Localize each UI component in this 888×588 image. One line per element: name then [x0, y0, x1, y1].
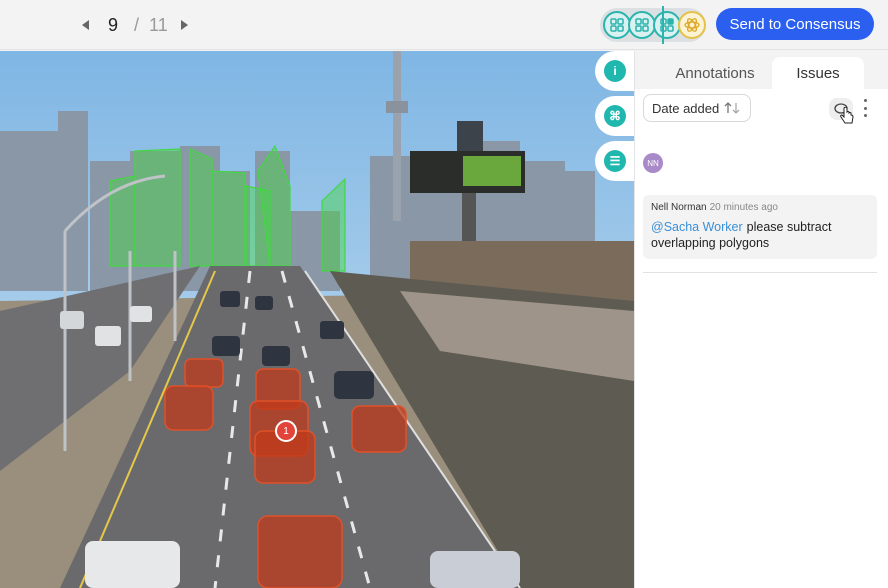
- sort-label: Date added: [652, 100, 720, 116]
- workflow-stages: [600, 8, 706, 42]
- pager: 9 / 11: [80, 12, 190, 38]
- divider: [643, 272, 877, 273]
- comment-body: @Sacha Worker please subtract overlapping…: [651, 219, 869, 251]
- comment-meta: Nell Norman 20 minutes ago: [651, 202, 869, 213]
- current-stage-marker: [662, 6, 664, 44]
- list-rail-button[interactable]: ☰: [595, 141, 635, 181]
- tab-annotations[interactable]: Annotations: [655, 57, 775, 89]
- page-current[interactable]: 9: [102, 15, 124, 36]
- panel-tabs: Annotations Issues: [635, 51, 888, 89]
- sort-arrows-icon: [724, 102, 740, 114]
- highway-photo[interactable]: [0, 51, 634, 588]
- review-stage-icon[interactable]: [628, 11, 656, 39]
- comment-card[interactable]: Nell Norman 20 minutes ago @Sacha Worker p…: [643, 195, 877, 259]
- comment-time: 20 minutes ago: [709, 202, 778, 213]
- send-to-consensus-button[interactable]: Send to Consensus: [716, 8, 874, 40]
- info-rail-button[interactable]: i: [595, 51, 635, 91]
- image-canvas[interactable]: 1: [0, 51, 634, 588]
- top-bar: 9 / 11 Send to Consensus: [0, 0, 888, 50]
- sort-dropdown[interactable]: Date added: [643, 94, 751, 122]
- comment-author: Nell Norman: [651, 202, 707, 213]
- next-arrow-icon[interactable]: [178, 19, 190, 31]
- review-stage-icon[interactable]: [653, 11, 681, 39]
- annotate-stage-icon[interactable]: [603, 11, 631, 39]
- pointer-cursor-icon: [840, 107, 854, 124]
- more-options-icon[interactable]: [861, 99, 869, 117]
- command-rail-button[interactable]: ⌘: [595, 96, 635, 136]
- consensus-stage-icon[interactable]: [678, 11, 706, 39]
- prev-arrow-icon[interactable]: [80, 19, 92, 31]
- issue-pin-marker[interactable]: 1: [275, 420, 297, 442]
- avatar[interactable]: NN: [643, 153, 663, 173]
- list-icon: ☰: [604, 150, 626, 172]
- tab-issues[interactable]: Issues: [772, 57, 864, 89]
- comment-mention[interactable]: @Sacha Worker: [651, 220, 743, 234]
- page-separator: /: [134, 14, 140, 35]
- issues-panel: Annotations Issues Date added NN Nell No…: [634, 51, 888, 588]
- page-total: 11: [149, 14, 168, 35]
- command-icon: ⌘: [604, 105, 626, 127]
- info-icon: i: [604, 60, 626, 82]
